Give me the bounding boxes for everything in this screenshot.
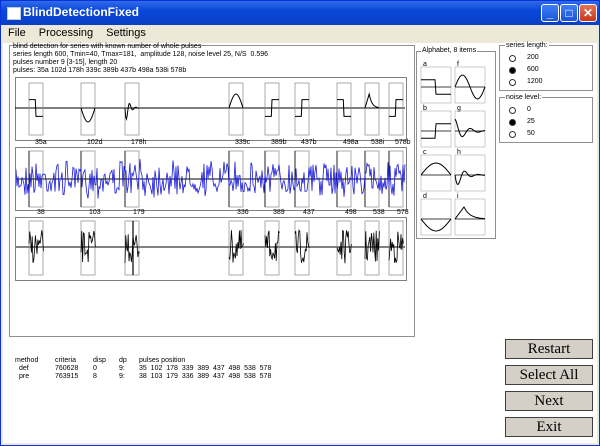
title-bar[interactable]: BlindDetectionFixed _ □ ✕ — [1, 1, 599, 25]
series-length-label: 600 — [527, 66, 539, 73]
results-cell: 0 — [93, 365, 97, 372]
results-header: pulses position — [139, 357, 186, 364]
series-length-radio[interactable] — [509, 55, 516, 62]
menu-file[interactable]: File — [1, 25, 32, 39]
alphabet-letter: g — [457, 105, 461, 112]
series-length-label: 200 — [527, 54, 539, 61]
close-icon[interactable]: ✕ — [579, 4, 597, 22]
noise-level-radio[interactable] — [509, 107, 516, 114]
alphabet-letter: f — [457, 61, 459, 68]
window-title: BlindDetectionFixed — [23, 5, 140, 19]
results-cell: 35 102 178 339 389 437 498 538 578 — [139, 365, 272, 372]
results-header: disp — [93, 357, 106, 364]
results-cell: 8 — [93, 373, 97, 380]
results-cell: pre — [19, 373, 30, 380]
minimize-icon[interactable]: _ — [541, 4, 559, 22]
select-all-button[interactable]: Select All — [505, 365, 593, 385]
exit-button[interactable]: Exit — [505, 417, 593, 437]
alphabet-shape — [420, 218, 452, 232]
noise-level-title: noise level: — [505, 94, 543, 101]
results-cell: 9: — [119, 373, 125, 380]
next-button[interactable]: Next — [505, 391, 593, 411]
alphabet-shape — [454, 170, 486, 186]
alphabet-cell — [454, 198, 486, 236]
alphabet-letter: c — [423, 149, 427, 156]
restart-button[interactable]: Restart — [505, 339, 593, 359]
alphabet-cell — [454, 110, 486, 148]
app-icon — [7, 7, 21, 20]
series-length-radio[interactable] — [509, 67, 516, 74]
noise-level-radio[interactable] — [509, 131, 516, 138]
alphabet-letter: i — [457, 193, 459, 200]
alphabet-cell — [420, 198, 452, 236]
alphabet-letter: b — [423, 105, 427, 112]
results-cell: 760628 — [55, 365, 79, 372]
results-cell: 9: — [119, 365, 125, 372]
noise-level-label: 25 — [527, 118, 535, 125]
noise-level-label: 0 — [527, 106, 531, 113]
app-window: BlindDetectionFixed _ □ ✕ File Processing… — [0, 0, 600, 446]
results-cell: 38 103 179 336 389 437 498 538 578 — [139, 373, 272, 380]
noise-level-label: 50 — [527, 130, 535, 137]
menu-bar: File Processing Settings — [1, 25, 599, 43]
alphabet-letter: a — [423, 61, 427, 68]
menu-settings[interactable]: Settings — [99, 25, 152, 39]
alphabet-letter: d — [423, 193, 427, 200]
menu-processing[interactable]: Processing — [32, 25, 99, 39]
series-length-title: series length: — [505, 42, 549, 49]
results-header: criteria — [55, 357, 77, 364]
alphabet-cell — [420, 66, 452, 104]
alphabet-cell — [454, 154, 486, 192]
series-length-label: 1200 — [527, 78, 543, 85]
alphabet-letter: h — [457, 149, 461, 156]
results-header: dp — [119, 357, 127, 364]
results-header: method — [15, 357, 39, 364]
series-length-radio[interactable] — [509, 79, 516, 86]
results-cell: 763915 — [55, 373, 79, 380]
alphabet-cell — [454, 66, 486, 104]
alphabet-shape — [420, 162, 452, 176]
client-area: blind detection for series with known nu… — [3, 42, 597, 443]
noise-level-radio[interactable] — [509, 119, 516, 126]
alphabet-shape — [454, 206, 485, 220]
alphabet-cell — [420, 154, 452, 192]
results-cell: def — [19, 365, 29, 372]
alphabet-shape — [454, 118, 486, 138]
maximize-icon[interactable]: □ — [560, 4, 578, 22]
